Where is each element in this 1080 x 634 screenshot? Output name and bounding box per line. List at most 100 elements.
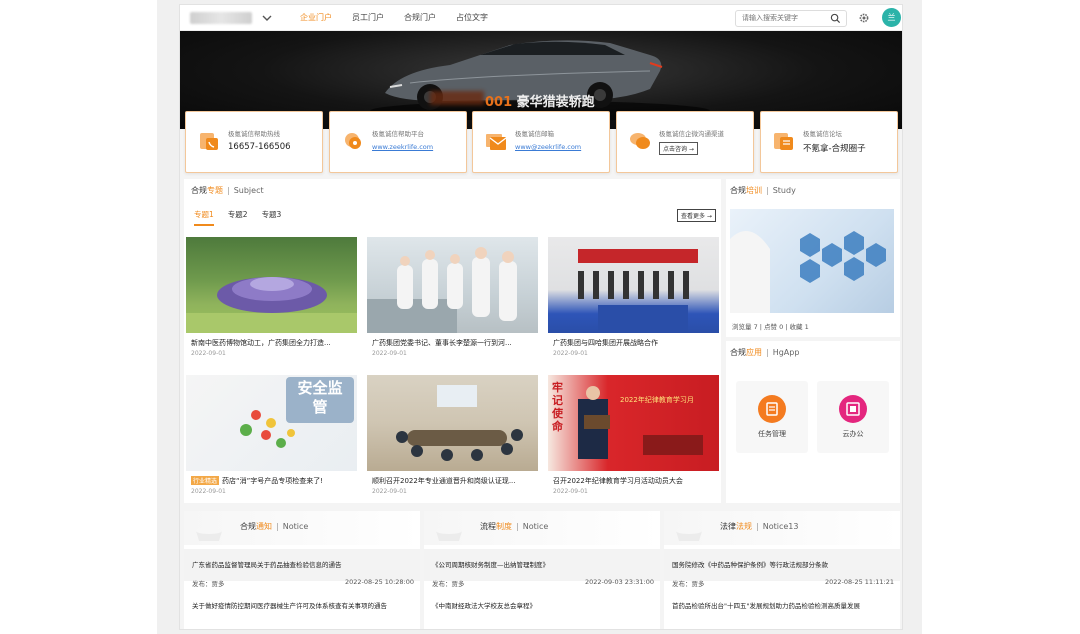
section-title: 法律法规 | Notice13 — [720, 521, 798, 532]
company-logo[interactable] — [190, 12, 252, 24]
news-card[interactable]: 广药集团与四哈集团开展战略合作 2022-09-01 — [548, 237, 719, 361]
notice-publisher: 发布：贾多 — [432, 580, 465, 588]
title-separator: | — [756, 522, 759, 531]
title-highlight: 通知 — [256, 522, 272, 531]
consult-button[interactable]: 点击咨询 → — [659, 142, 698, 155]
notice-date: 2022-08-25 10:28:00 — [344, 578, 414, 586]
news-title: 广药集团与四哈集团开展战略合作 — [553, 339, 658, 347]
news-card[interactable]: 广药集团党委书记、董事长李楚源一行到河... 2022-09-01 — [367, 237, 538, 361]
title-prefix: 合规 — [240, 522, 256, 531]
notice-header: 流程制度 | Notice — [424, 511, 660, 545]
tab-subject-3[interactable]: 专题3 — [262, 209, 282, 226]
hotline-card[interactable]: 极氪诚信帮助热线 16657-166506 — [185, 111, 323, 173]
notice-column-law: 法律法规 | Notice13 国务院修改《中药品种保护条例》等行政法规部分条款 发… — [664, 511, 900, 629]
help-platform-link[interactable]: www.zeekrlife.com — [372, 143, 433, 151]
news-date: 2022-09-01 — [372, 350, 407, 357]
news-image: 安全监管 — [186, 375, 357, 471]
news-image — [548, 237, 719, 333]
title-highlight: 法规 — [736, 522, 752, 531]
notice-date: 2022-09-03 23:31:00 — [584, 578, 654, 586]
news-date: 2022-09-01 — [553, 350, 588, 357]
notice-title[interactable]: 首药品检验所出台"十四五"发展规划助力药品检验检测高质量发展 — [672, 602, 894, 620]
tab-subject-2[interactable]: 专题2 — [228, 209, 248, 226]
cup-icon — [196, 528, 222, 541]
notice-publisher: 发布：贾多 — [192, 580, 225, 588]
banner-number: 001 — [485, 95, 513, 110]
notice-title[interactable]: 《公司周期核财务制度—出纳管理制度》 — [432, 561, 654, 570]
search-box — [735, 10, 847, 27]
forum-name: 不氪拿-合规圈子 — [803, 144, 866, 154]
section-title: 流程制度 | Notice — [480, 521, 548, 532]
app-cloud-office[interactable]: 云办公 — [817, 381, 889, 453]
card-label: 极氪诚信论坛 — [803, 130, 842, 138]
news-title: 顺利召开2022年专业通道晋升和岗级认证现... — [372, 477, 516, 485]
search-input[interactable] — [736, 11, 824, 26]
image-text: 安全监管 — [297, 379, 343, 416]
section-title: 合规培训 | Study — [730, 185, 796, 196]
title-separator: | — [516, 522, 519, 531]
mail-icon — [486, 134, 507, 150]
banner-title: 001 豪华猎装轿跑 — [450, 91, 595, 110]
title-separator: | — [276, 522, 279, 531]
wecom-card[interactable]: 极氪诚信企微沟通渠道 点击咨询 → — [616, 111, 754, 173]
news-image — [186, 237, 357, 333]
title-english: Study — [772, 186, 796, 195]
news-title: 广药集团党委书记、董事长李楚源一行到河... — [372, 339, 512, 347]
gear-icon[interactable] — [858, 12, 870, 24]
title-prefix: 法律 — [720, 522, 736, 531]
title-highlight: 专题 — [207, 186, 223, 195]
tab-placeholder[interactable]: 占位文字 — [446, 5, 498, 31]
avatar[interactable]: 兰 — [882, 8, 901, 27]
app-label: 云办公 — [842, 430, 864, 438]
subject-tabs: 专题1 专题2 专题3 — [194, 209, 295, 226]
email-link[interactable]: www@zeekrlife.com — [515, 143, 581, 151]
notice-column-process: 流程制度 | Notice 《公司周期核财务制度—出纳管理制度》 发布：贾多 2022… — [424, 511, 660, 629]
notice-title[interactable]: 《中南财经政法大学校友总会章程》 — [432, 602, 654, 611]
title-highlight: 制度 — [496, 522, 512, 531]
app-task-management[interactable]: 任务管理 — [736, 381, 808, 453]
forum-icon — [774, 133, 793, 150]
news-card[interactable]: 新南中医药博物馆动工，广药集团全力打造... 2022-09-01 — [186, 237, 357, 361]
cup-icon — [676, 528, 702, 541]
help-platform-card[interactable]: 极氪诚信帮助平台 www.zeekrlife.com — [329, 111, 467, 173]
title-english: Notice — [282, 522, 309, 531]
news-title: 新南中医药博物馆动工，广药集团全力打造... — [191, 339, 331, 347]
card-label: 极氪诚信帮助热线 — [228, 130, 280, 138]
forum-card[interactable]: 极氪诚信论坛 不氪拿-合规圈子 — [760, 111, 898, 173]
card-label: 极氪诚信帮助平台 — [372, 130, 424, 138]
view-more-button[interactable]: 查看更多 → — [677, 209, 716, 222]
study-stats: 浏览量 7 | 点赞 0 | 收藏 1 — [732, 323, 809, 331]
news-card[interactable]: 顺利召开2022年专业通道晋升和岗级认证现... 2022-09-01 — [367, 375, 538, 499]
subject-panel: 合规专题 | Subject 专题1 专题2 专题3 查看更多 → 新南中医药博物馆… — [184, 179, 721, 503]
news-image — [367, 237, 538, 333]
cloud-office-icon — [839, 395, 867, 423]
news-date: 2022-09-01 — [372, 488, 407, 495]
tab-enterprise-portal[interactable]: 企业门户 — [290, 5, 342, 31]
card-label: 极氪诚信邮箱 — [515, 130, 554, 138]
chevron-down-icon[interactable] — [260, 11, 274, 25]
portal-window: 企业门户 员工门户 合规门户 占位文字 兰 001 豪华猎装轿跑 极氪诚信帮助热 — [179, 4, 903, 630]
news-date: 2022-09-01 — [191, 488, 226, 495]
email-card[interactable]: 极氪诚信邮箱 www@zeekrlife.com — [472, 111, 610, 173]
study-cover-image[interactable] — [730, 209, 894, 313]
tab-employee-portal[interactable]: 员工门户 — [342, 5, 394, 31]
banner-title-text: 豪华猎装轿跑 — [516, 95, 595, 110]
news-card[interactable]: 牢记使命 2022年纪律教育学习月 召开2022年纪律教育学习月活动动员大会 2… — [548, 375, 719, 499]
title-separator: | — [227, 186, 230, 195]
section-title: 合规通知 | Notice — [240, 521, 308, 532]
study-panel: 合规培训 | Study 浏览量 7 | 点赞 0 | 收藏 1 — [726, 179, 900, 337]
tab-subject-1[interactable]: 专题1 — [194, 209, 214, 226]
tab-compliance-portal[interactable]: 合规门户 — [394, 5, 446, 31]
news-card[interactable]: 安全监管 行业精选 药店“消”字号产品专项检查来了! 2022-09-01 — [186, 375, 357, 499]
cup-icon — [436, 528, 462, 541]
notice-title[interactable]: 广东省药品监督管理局关于药品抽查检验信息的通告 — [192, 561, 414, 570]
section-title: 合规专题 | Subject — [191, 185, 264, 196]
search-icon[interactable] — [830, 13, 841, 24]
gear-hand-icon — [345, 133, 361, 149]
hotline-number: 16657-166506 — [228, 142, 291, 152]
portal-tabs: 企业门户 员工门户 合规门户 占位文字 — [290, 5, 498, 31]
title-english: HgApp — [772, 348, 800, 357]
notice-title[interactable]: 关于做好疫情防控期间医疗器械生产许可及体系核查有关事项的通告 — [192, 602, 414, 620]
news-image — [367, 375, 538, 471]
notice-title[interactable]: 国务院修改《中药品种保护条例》等行政法规部分条款 — [672, 561, 894, 570]
